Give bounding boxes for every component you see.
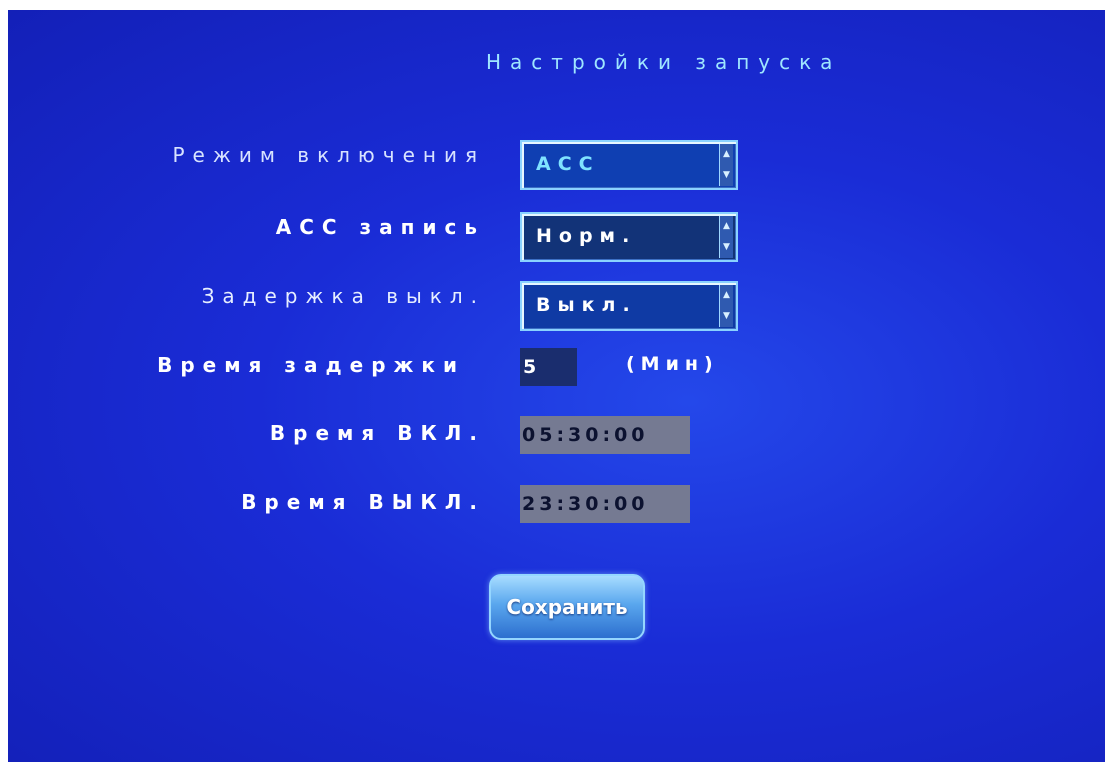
- power-mode-label: Режим включения: [172, 143, 485, 167]
- spinner-arrows-icon[interactable]: ▲ ▼: [719, 285, 733, 327]
- on-time-value: 05:30:00: [522, 424, 649, 446]
- off-delay-label: Задержка выкл.: [201, 284, 485, 308]
- spinner-arrows-icon[interactable]: ▲ ▼: [719, 216, 733, 258]
- off-time-value: 23:30:00: [522, 493, 649, 515]
- delay-time-value: 5: [523, 356, 537, 378]
- spinner-arrows-icon[interactable]: ▲ ▼: [719, 144, 733, 186]
- delay-time-input[interactable]: 5: [520, 348, 577, 386]
- acc-record-label: ACC запись: [275, 215, 485, 239]
- off-time-label: Время ВЫКЛ.: [241, 490, 485, 514]
- acc-record-value: Норм.: [536, 225, 637, 247]
- on-time-input[interactable]: 05:30:00: [520, 416, 690, 454]
- save-button[interactable]: Сохранить: [489, 574, 645, 640]
- delay-time-unit: (Мин): [626, 353, 719, 375]
- startup-settings-screen: Настройки запуска Режим включения ACC ▲ ▼…: [8, 10, 1105, 762]
- off-delay-value: Выкл.: [536, 294, 637, 316]
- page-title: Настройки запуска: [486, 50, 842, 74]
- off-delay-select[interactable]: Выкл. ▲ ▼: [520, 281, 738, 331]
- power-mode-value: ACC: [536, 153, 600, 175]
- delay-time-label: Время задержки: [157, 353, 465, 377]
- off-time-input[interactable]: 23:30:00: [520, 485, 690, 523]
- acc-record-select[interactable]: Норм. ▲ ▼: [520, 212, 738, 262]
- power-mode-select[interactable]: ACC ▲ ▼: [520, 140, 738, 190]
- on-time-label: Время ВКЛ.: [269, 421, 485, 445]
